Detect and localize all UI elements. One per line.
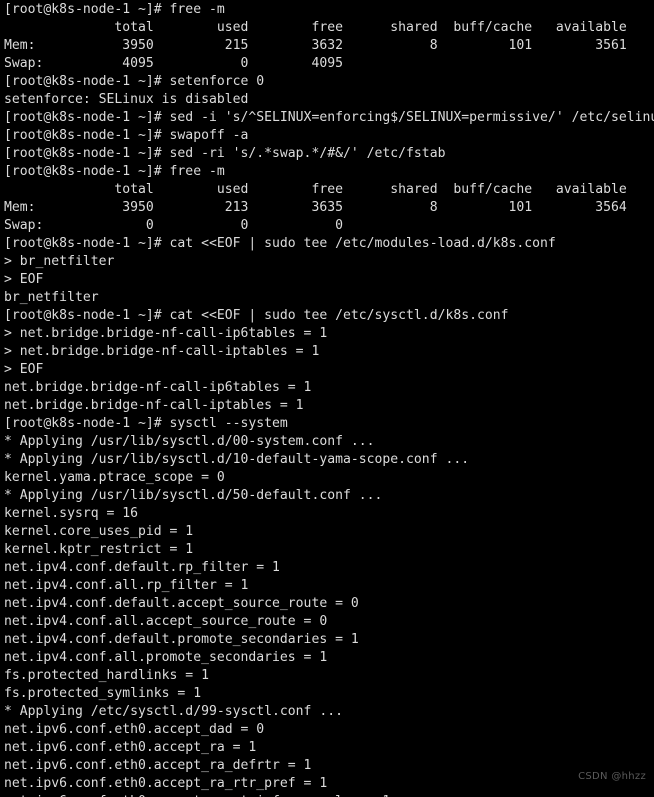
csdn-watermark: CSDN @hhzz (578, 771, 646, 782)
terminal-line: > EOF (4, 272, 44, 287)
terminal-line: [root@k8s-node-1 ~]# sysctl --system (4, 416, 288, 431)
terminal-line: net.ipv4.conf.default.rp_filter = 1 (4, 560, 280, 575)
terminal-line: fs.protected_symlinks = 1 (4, 686, 202, 701)
terminal-line: * Applying /usr/lib/sysctl.d/10-default-… (4, 452, 470, 467)
terminal-line: [root@k8s-node-1 ~]# cat <<EOF | sudo te… (4, 308, 509, 323)
terminal-line: net.ipv6.conf.eth0.accept_ra = 1 (4, 740, 257, 755)
terminal-line: net.ipv6.conf.eth0.accept_ra_rt_info_max… (4, 793, 654, 797)
terminal-line: * Applying /usr/lib/sysctl.d/00-system.c… (4, 434, 375, 449)
terminal-line: > br_netfilter (4, 254, 115, 269)
terminal-line: kernel.kptr_restrict = 1 (4, 542, 194, 557)
terminal-line: [root@k8s-node-1 ~]# sed -i 's/^SELINUX=… (4, 110, 654, 125)
terminal-line: net.ipv4.conf.all.accept_source_route = … (4, 614, 328, 629)
terminal-output[interactable]: [root@k8s-node-1 ~]# free -m total used … (0, 0, 654, 797)
terminal-line: [root@k8s-node-1 ~]# setenforce 0 (4, 74, 265, 89)
terminal-line: fs.protected_hardlinks = 1 (4, 668, 209, 683)
terminal-line: kernel.core_uses_pid = 1 (4, 524, 194, 539)
terminal-line: Swap: 0 0 0 (4, 218, 343, 233)
terminal-line: net.bridge.bridge-nf-call-iptables = 1 (4, 398, 304, 413)
terminal-line: > EOF (4, 362, 44, 377)
terminal-line: net.ipv4.conf.all.rp_filter = 1 (4, 578, 249, 593)
terminal-line: net.ipv4.conf.default.promote_secondarie… (4, 632, 359, 647)
terminal-line: net.ipv4.conf.all.promote_secondaries = … (4, 650, 328, 665)
terminal-line: Mem: 3950 213 3635 8 101 3564 (4, 200, 627, 215)
terminal-line: [root@k8s-node-1 ~]# free -m (4, 164, 225, 179)
terminal-line: net.ipv4.conf.default.accept_source_rout… (4, 596, 359, 611)
terminal-line: [root@k8s-node-1 ~]# sed -ri 's/.*swap.*… (4, 146, 446, 161)
terminal-line: net.ipv6.conf.eth0.accept_dad = 0 (4, 722, 265, 737)
terminal-line: > net.bridge.bridge-nf-call-ip6tables = … (4, 326, 328, 341)
terminal-line: net.ipv6.conf.eth0.accept_ra_rtr_pref = … (4, 776, 328, 791)
terminal-line: total used free shared buff/cache availa… (4, 20, 627, 35)
terminal-line: setenforce: SELinux is disabled (4, 92, 249, 107)
terminal-line: [root@k8s-node-1 ~]# swapoff -a (4, 128, 249, 143)
terminal-line: Swap: 4095 0 4095 (4, 56, 343, 71)
terminal-line: net.bridge.bridge-nf-call-ip6tables = 1 (4, 380, 312, 395)
terminal-line: * Applying /etc/sysctl.d/99-sysctl.conf … (4, 704, 343, 719)
terminal-line: Mem: 3950 215 3632 8 101 3561 (4, 38, 627, 53)
terminal-line: kernel.sysrq = 16 (4, 506, 139, 521)
terminal-line: net.ipv6.conf.eth0.accept_ra_defrtr = 1 (4, 758, 312, 773)
terminal-line: kernel.yama.ptrace_scope = 0 (4, 470, 225, 485)
terminal-line: > net.bridge.bridge-nf-call-iptables = 1 (4, 344, 320, 359)
terminal-line: [root@k8s-node-1 ~]# cat <<EOF | sudo te… (4, 236, 556, 251)
terminal-line: [root@k8s-node-1 ~]# free -m (4, 2, 225, 17)
terminal-line: * Applying /usr/lib/sysctl.d/50-default.… (4, 488, 383, 503)
terminal-line: br_netfilter (4, 290, 99, 305)
terminal-line: total used free shared buff/cache availa… (4, 182, 627, 197)
